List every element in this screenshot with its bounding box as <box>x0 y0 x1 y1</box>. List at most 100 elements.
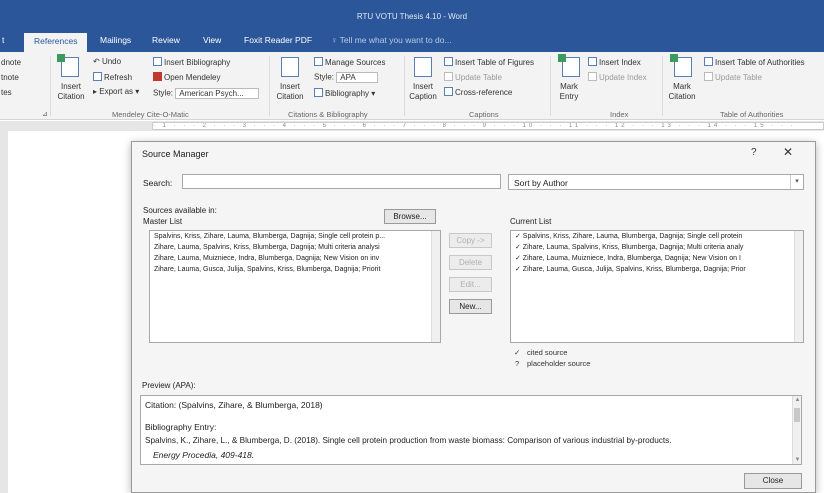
undo-button[interactable]: ↶ Undo <box>93 57 121 66</box>
mark-entry-button[interactable]: Mark Entry <box>554 82 584 102</box>
sort-value: Sort by Author <box>514 178 568 188</box>
mendeley-style-selector[interactable]: Style: American Psych... <box>153 88 260 99</box>
mark-citation-icon[interactable] <box>670 54 692 77</box>
close-icon[interactable]: ✕ <box>783 145 793 159</box>
current-list-label: Current List <box>510 217 552 226</box>
refresh-icon <box>93 72 102 81</box>
tab-view[interactable]: View <box>203 35 221 45</box>
list-item[interactable]: Zihare, Lauma, Muizniece, Indra, Blumber… <box>150 253 440 264</box>
search-input[interactable] <box>182 174 501 189</box>
mark-citation-button[interactable]: Mark Citation <box>666 82 698 102</box>
insert-citation-button[interactable]: Insert Citation <box>272 82 308 102</box>
insert-caption-button[interactable]: Insert Caption <box>406 82 440 102</box>
update-table-button[interactable]: Update Table <box>444 72 502 82</box>
list-item[interactable]: ✓ Zihare, Lauma, Muizniece, Indra, Blumb… <box>511 253 803 264</box>
mendeley-insert-citation-icon[interactable] <box>57 54 79 77</box>
preview-citation: Citation: (Spalvins, Zihare, & Blumberga… <box>145 400 323 410</box>
browse-button[interactable]: Browse... <box>384 209 436 224</box>
scroll-up-icon[interactable]: ▲ <box>793 397 801 403</box>
mendeley-icon <box>153 72 162 81</box>
preview-box: Citation: (Spalvins, Zihare, & Blumberga… <box>140 395 802 465</box>
divider <box>662 56 663 116</box>
list-item[interactable]: Spalvins, Kriss, Zihare, Lauma, Blumberg… <box>150 231 440 242</box>
help-button[interactable]: ? <box>751 147 757 158</box>
insert-table-of-authorities-button[interactable]: Insert Table of Authorities <box>704 57 805 67</box>
update-table-icon <box>704 72 713 81</box>
refresh-button[interactable]: Refresh <box>93 72 132 82</box>
divider <box>550 56 551 116</box>
table-of-authorities-icon <box>704 57 713 66</box>
export-as-button[interactable]: ▸ Export as ▾ <box>93 87 139 96</box>
manage-sources-button[interactable]: Manage Sources <box>314 57 385 67</box>
tab-references[interactable]: References <box>24 33 88 52</box>
insert-table-of-figures-button[interactable]: Insert Table of Figures <box>444 57 534 67</box>
preview-bibliography-label: Bibliography Entry: <box>145 422 217 432</box>
ribbon-tabs: t References Mailings Review View Foxit … <box>0 30 824 52</box>
search-label: Search: <box>143 178 173 188</box>
insert-index-button[interactable]: Insert Index <box>588 57 641 67</box>
undo-icon: ↶ <box>93 57 102 66</box>
footnote-button-cut[interactable]: dnote <box>1 58 21 67</box>
list-item[interactable]: ✓ Spalvins, Kriss, Zihare, Lauma, Blumbe… <box>511 231 803 242</box>
edit-button[interactable]: Edit... <box>449 277 492 292</box>
master-list[interactable]: Spalvins, Kriss, Zihare, Lauma, Blumberg… <box>149 230 441 343</box>
new-source-button[interactable]: New... <box>449 299 492 314</box>
show-notes-cut[interactable]: tes <box>1 88 12 97</box>
tab-foxit-reader-pdf[interactable]: Foxit Reader PDF <box>244 35 312 45</box>
tab-mailings[interactable]: Mailings <box>100 35 131 45</box>
copy-button[interactable]: Copy -> <box>449 233 492 248</box>
cross-reference-button[interactable]: Cross-reference <box>444 87 512 97</box>
bibliography-icon <box>153 57 162 66</box>
divider <box>269 56 270 116</box>
insert-bibliography-button[interactable]: Insert Bibliography <box>153 57 230 67</box>
source-manager-dialog: Source Manager ? ✕ Search: Sort by Autho… <box>131 141 816 493</box>
citations-group-label: Citations & Bibliography <box>288 110 368 119</box>
update-index-button[interactable]: Update Index <box>588 72 647 82</box>
tab-review[interactable]: Review <box>152 35 180 45</box>
manage-sources-icon <box>314 57 323 66</box>
legend-cited-source: cited source <box>527 348 568 357</box>
master-list-scrollbar[interactable] <box>431 231 440 342</box>
list-item[interactable]: ✓ Zihare, Lauma, Gusca, Julija, Spalvins… <box>511 264 803 275</box>
insert-index-icon <box>588 57 597 66</box>
mendeley-group-label: Mendeley Cite-O-Matic <box>112 110 189 119</box>
close-button[interactable]: Close <box>744 473 802 489</box>
sort-dropdown[interactable]: Sort by Author ▾ <box>508 174 804 190</box>
list-item[interactable]: Zihare, Lauma, Spalvins, Kriss, Blumberg… <box>150 242 440 253</box>
insert-citation-icon[interactable] <box>281 57 299 77</box>
question-mark-icon: ? <box>515 359 520 368</box>
mendeley-insert-citation-button[interactable]: Insert Citation <box>54 82 88 102</box>
insert-caption-icon[interactable] <box>414 57 432 77</box>
citation-style-dropdown[interactable]: APA <box>336 72 379 83</box>
delete-button[interactable]: Delete <box>449 255 492 270</box>
ruler-scale[interactable]: · 1 · · · 2 · · · 3 · · · 4 · · · 5 · · … <box>152 122 824 130</box>
mark-entry-icon[interactable] <box>558 54 580 77</box>
mendeley-style-dropdown[interactable]: American Psych... <box>175 88 260 99</box>
preview-scrollbar[interactable]: ▲ ▼ <box>792 396 801 464</box>
scroll-down-icon[interactable]: ▼ <box>793 457 801 463</box>
update-index-icon <box>588 72 597 81</box>
list-item[interactable]: ✓ Zihare, Lauma, Spalvins, Kriss, Blumbe… <box>511 242 803 253</box>
scroll-thumb[interactable] <box>794 408 800 422</box>
divider <box>50 56 51 116</box>
tell-me-search[interactable]: ♀ Tell me what you want to do... <box>331 35 452 45</box>
bibliography-button[interactable]: Bibliography ▾ <box>314 88 375 98</box>
footnotes-launcher-icon[interactable]: ⊿ <box>42 110 48 118</box>
divider <box>404 56 405 116</box>
open-mendeley-button[interactable]: Open Mendeley <box>153 72 220 82</box>
tab-cut[interactable]: t <box>2 35 4 45</box>
next-footnote-cut[interactable]: tnote <box>1 73 19 82</box>
current-list[interactable]: ✓ Spalvins, Kriss, Zihare, Lauma, Blumbe… <box>510 230 804 343</box>
master-list-label: Master List <box>143 217 183 226</box>
current-list-scrollbar[interactable] <box>794 231 803 342</box>
chevron-down-icon: ▾ <box>790 175 803 189</box>
list-item[interactable]: Zihare, Lauma, Gusca, Julija, Spalvins, … <box>150 264 440 275</box>
captions-group-label: Captions <box>469 110 499 119</box>
cross-reference-icon <box>444 87 453 96</box>
checkmark-icon: ✓ <box>514 348 521 357</box>
update-authorities-table-button[interactable]: Update Table <box>704 72 762 82</box>
preview-label: Preview (APA): <box>142 381 196 390</box>
citation-style-selector[interactable]: Style: APA <box>314 72 379 83</box>
preview-bibliography-line2: Energy Procedia, 409-418. <box>153 450 255 460</box>
lightbulb-icon: ♀ <box>331 35 340 45</box>
